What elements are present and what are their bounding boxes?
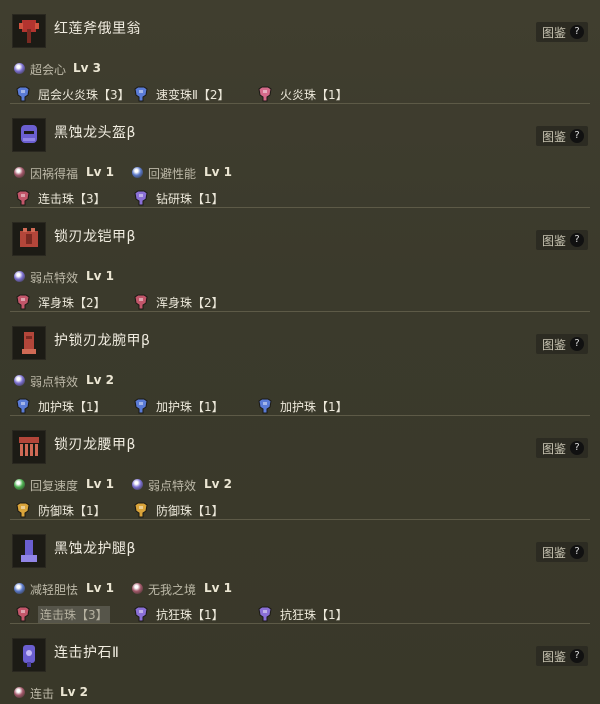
skill-name: 弱点特效 — [30, 375, 79, 389]
decoration-name: 防御珠【1】 — [156, 504, 224, 518]
odogaron-vambraces-icon — [12, 326, 46, 360]
skill-level: Lv 2 — [60, 685, 88, 699]
decoration-name: 加护珠【1】 — [156, 400, 224, 414]
purple-skill-icon — [14, 375, 25, 386]
encyclopedia-label: 图鉴 — [542, 26, 567, 40]
decoration-name: 火炎珠【1】 — [280, 88, 348, 102]
skill-level: Lv 2 — [86, 373, 114, 387]
red-skill-icon — [132, 583, 143, 594]
red-skill-icon — [14, 167, 25, 178]
help-icon[interactable]: ? — [570, 337, 584, 351]
decoration-name: 防御珠【1】 — [38, 504, 106, 518]
skill-name: 弱点特效 — [148, 479, 197, 493]
skill-name: 超会心 — [30, 63, 67, 77]
encyclopedia-label: 图鉴 — [542, 338, 567, 352]
encyclopedia-button[interactable]: 图鉴? — [536, 126, 588, 146]
decoration-name: 钻研珠【1】 — [156, 192, 224, 206]
odogaron-coil-icon — [12, 430, 46, 464]
purple-skill-icon — [14, 63, 25, 74]
decoration-name: 连击珠【3】 — [38, 606, 110, 623]
equipment-name: 护锁刃龙腕甲β — [54, 333, 151, 349]
equipment-name: 红莲斧俄里翁 — [54, 21, 141, 37]
decoration-name: 速变珠Ⅱ【2】 — [156, 88, 230, 102]
encyclopedia-label: 图鉴 — [542, 546, 567, 560]
skill-name: 弱点特效 — [30, 271, 79, 285]
encyclopedia-button[interactable]: 图鉴? — [536, 542, 588, 562]
decoration-name: 浑身珠【2】 — [38, 296, 106, 310]
help-icon[interactable]: ? — [570, 25, 584, 39]
encyclopedia-label: 图鉴 — [542, 650, 567, 664]
skill-level: Lv 1 — [86, 165, 114, 179]
purple-skill-icon — [132, 479, 143, 490]
skill-name: 减轻胆怯 — [30, 583, 79, 597]
equipment-name: 黑蚀龙头盔β — [54, 125, 136, 141]
help-icon[interactable]: ? — [570, 545, 584, 559]
equipment-list-panel: 红莲斧俄里翁 图鉴? 超会心 Lv 3 屈会火炎珠【3】 速变珠Ⅱ【2】 火炎珠【1】 黑蚀龙… — [0, 0, 600, 704]
skill-level: Lv 1 — [204, 165, 232, 179]
decoration-name: 抗狂珠【1】 — [280, 608, 348, 622]
encyclopedia-label: 图鉴 — [542, 130, 567, 144]
equipment-name: 锁刃龙铠甲β — [54, 229, 136, 245]
equipment-name: 黑蚀龙护腿β — [54, 541, 136, 557]
encyclopedia-button[interactable]: 图鉴? — [536, 438, 588, 458]
charm-icon — [12, 638, 46, 672]
skill-level: Lv 1 — [86, 581, 114, 595]
skill-level: Lv 1 — [86, 477, 114, 491]
skill-name: 回复速度 — [30, 479, 79, 493]
decoration-name: 屈会火炎珠【3】 — [38, 88, 130, 102]
equipment-row: 护锁刃龙腕甲β 图鉴? 弱点特效 Lv 2 加护珠【1】 加护珠【1】 加护珠【1】 — [0, 312, 600, 416]
help-icon[interactable]: ? — [570, 649, 584, 663]
skill-name: 因祸得福 — [30, 167, 79, 181]
skill-name: 回避性能 — [148, 167, 197, 181]
skill-level: Lv 1 — [86, 269, 114, 283]
encyclopedia-label: 图鉴 — [542, 234, 567, 248]
encyclopedia-button[interactable]: 图鉴? — [536, 230, 588, 250]
help-icon[interactable]: ? — [570, 441, 584, 455]
red-skill-icon — [14, 687, 25, 698]
decoration-name: 浑身珠【2】 — [156, 296, 224, 310]
help-icon[interactable]: ? — [570, 233, 584, 247]
skill-level: Lv 1 — [204, 581, 232, 595]
equipment-row: 黑蚀龙头盔β 图鉴? 因祸得福 Lv 1 回避性能 Lv 1 连击珠【3】 钻研珠【1】 — [0, 104, 600, 208]
help-icon[interactable]: ? — [570, 129, 584, 143]
encyclopedia-label: 图鉴 — [542, 442, 567, 456]
purple-skill-icon — [14, 271, 25, 282]
encyclopedia-button[interactable]: 图鉴? — [536, 22, 588, 42]
equipment-row: 红莲斧俄里翁 图鉴? 超会心 Lv 3 屈会火炎珠【3】 速变珠Ⅱ【2】 火炎珠【1】 — [0, 0, 600, 104]
green-skill-icon — [14, 479, 25, 490]
equipment-row: 黑蚀龙护腿β 图鉴? 减轻胆怯 Lv 1 无我之境 Lv 1 连击珠【3】 抗狂珠【1】 抗狂珠… — [0, 520, 600, 624]
red-lotus-axe-icon — [12, 14, 46, 48]
encyclopedia-button[interactable]: 图鉴? — [536, 334, 588, 354]
equipment-row: 锁刃龙铠甲β 图鉴? 弱点特效 Lv 1 浑身珠【2】 浑身珠【2】 — [0, 208, 600, 312]
gore-greaves-icon — [12, 534, 46, 568]
equipment-row: 连击护石Ⅱ 图鉴? 连击 Lv 2 — [0, 624, 600, 704]
decoration-name: 加护珠【1】 — [280, 400, 348, 414]
encyclopedia-button[interactable]: 图鉴? — [536, 646, 588, 666]
skill-name: 无我之境 — [148, 583, 197, 597]
skill-level: Lv 2 — [204, 477, 232, 491]
odogaron-mail-icon — [12, 222, 46, 256]
blue-skill-icon — [132, 167, 143, 178]
decoration-name: 连击珠【3】 — [38, 192, 106, 206]
skill-level: Lv 3 — [73, 61, 101, 75]
skill-name: 连击 — [30, 687, 55, 701]
decoration-name: 抗狂珠【1】 — [156, 608, 224, 622]
decoration-name: 加护珠【1】 — [38, 400, 106, 414]
equipment-name: 锁刃龙腰甲β — [54, 437, 136, 453]
equipment-name: 连击护石Ⅱ — [54, 645, 120, 661]
equipment-row: 锁刃龙腰甲β 图鉴? 回复速度 Lv 1 弱点特效 Lv 2 防御珠【1】 防御珠【1】 — [0, 416, 600, 520]
blue-skill-icon — [14, 583, 25, 594]
gore-helm-icon — [12, 118, 46, 152]
